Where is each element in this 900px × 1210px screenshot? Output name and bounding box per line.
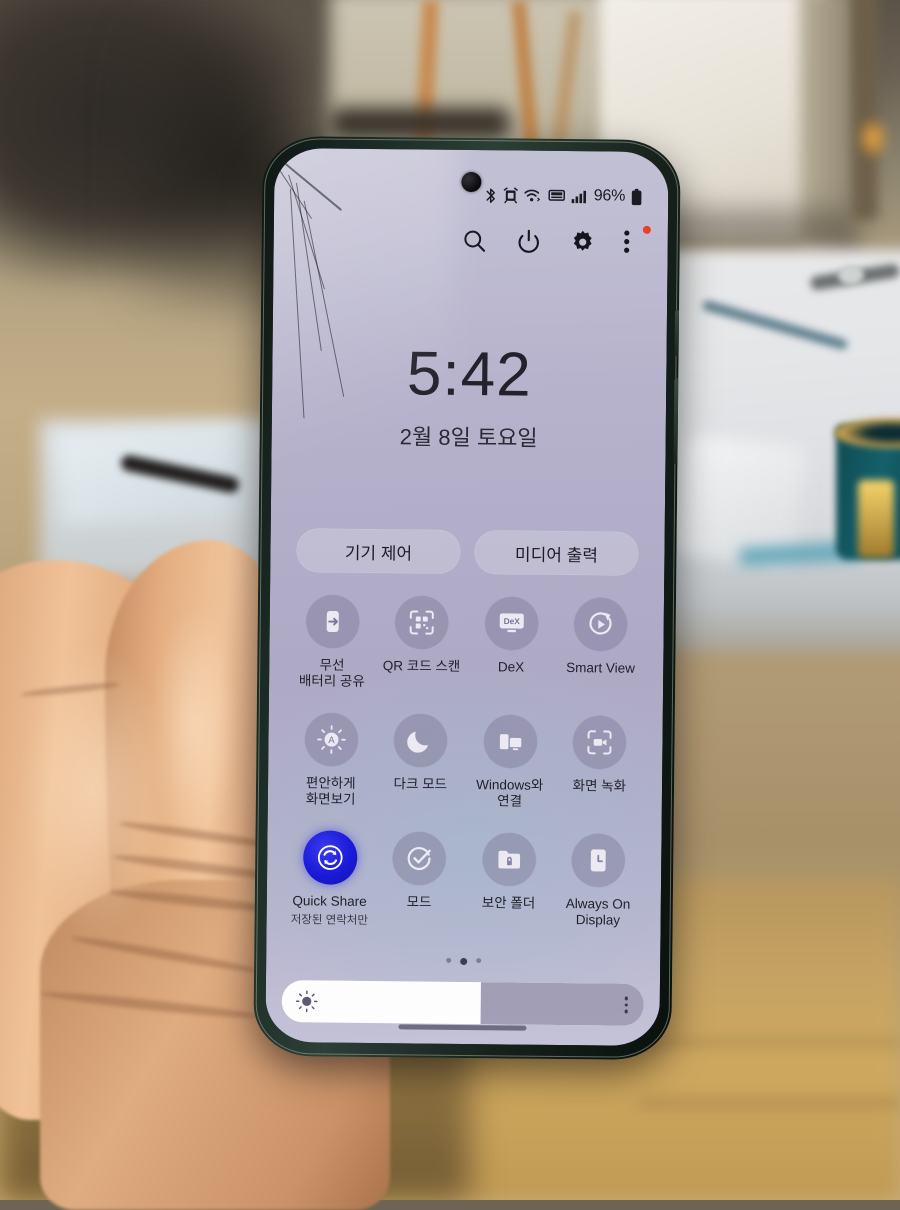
alarm-icon: [503, 187, 518, 203]
tile-qr-scanner[interactable]: QR 코드 스캔: [377, 591, 468, 692]
tile-sublabel: 저장된 연락처만: [291, 912, 368, 929]
tile-label: 보안 폴더: [482, 895, 536, 912]
link-to-windows-icon: [483, 714, 538, 769]
wifi-calling-icon: [524, 188, 542, 204]
modes-icon: [392, 831, 447, 886]
tile-label: Smart View: [566, 660, 635, 677]
moon-icon: [393, 713, 448, 768]
volte-icon: [548, 188, 565, 203]
tile-label: 모드: [407, 894, 432, 911]
brightness-sun-icon: [296, 990, 318, 1012]
brightness-row: [282, 980, 644, 1026]
tile-wireless-power-share[interactable]: 무선배터리 공유: [287, 590, 378, 691]
quick-settings-tiles: 무선배터리 공유 QR 코드 스캔: [285, 590, 647, 931]
notification-badge: [643, 226, 651, 234]
tile-label: Quick Share: [292, 893, 366, 910]
tile-label: Always OnDisplay: [566, 896, 631, 930]
bluetooth-icon: [484, 187, 497, 204]
tile-screen-recorder[interactable]: 화면 녹화: [554, 711, 645, 812]
tile-label: 편안하게화면보기: [306, 775, 356, 808]
screen-crack: [278, 168, 312, 219]
brightness-slider[interactable]: [282, 980, 644, 1026]
device-control-pill[interactable]: 기기 제어: [296, 528, 460, 574]
brightness-options-icon[interactable]: [624, 996, 628, 1013]
tile-label: Windows와연결: [476, 777, 544, 811]
tile-row: Quick Share 저장된 연락처만 모드: [285, 826, 644, 931]
tile-label: 다크 모드: [393, 776, 447, 793]
media-output-pill[interactable]: 미디어 출력: [474, 530, 638, 576]
settings-gear-icon[interactable]: [570, 229, 594, 253]
clock-date: 2월 8일 토요일: [272, 418, 666, 454]
skin-highlight: [150, 600, 240, 850]
tile-dex[interactable]: DeX DeX: [466, 592, 557, 693]
svg-text:A: A: [328, 735, 335, 746]
battery-share-icon: [305, 594, 360, 649]
quick-settings-pills: 기기 제어 미디어 출력: [296, 528, 638, 576]
smart-view-icon: [574, 597, 629, 652]
page-dot[interactable]: [476, 958, 481, 963]
overflow-menu-icon[interactable]: [624, 230, 648, 254]
home-gesture-bar[interactable]: [398, 1024, 526, 1030]
quick-share-icon: [303, 830, 358, 885]
page-dot-active[interactable]: [460, 958, 467, 965]
page-indicator: [266, 956, 660, 967]
tile-label: QR 코드 스캔: [383, 658, 461, 675]
tile-dark-mode[interactable]: 다크 모드: [375, 709, 466, 810]
tile-row: 무선배터리 공유 QR 코드 스캔: [287, 590, 646, 694]
lock-clock: 5:42 2월 8일 토요일: [272, 342, 667, 454]
secure-folder-icon: [482, 832, 537, 887]
tile-quick-share[interactable]: Quick Share 저장된 연락처만: [285, 826, 376, 928]
phone-screen[interactable]: 96%: [265, 148, 668, 1046]
tile-link-to-windows[interactable]: Windows와연결: [465, 710, 556, 811]
tile-row: A 편안하게화면보기: [286, 708, 645, 812]
tile-secure-folder[interactable]: 보안 폴더: [464, 828, 555, 930]
eye-comfort-icon: A: [304, 712, 359, 767]
signal-icon: [571, 189, 588, 204]
page-dot[interactable]: [446, 958, 451, 963]
brightness-track: [481, 982, 644, 1026]
qr-scan-icon: [395, 595, 450, 650]
quick-settings-header: [462, 228, 648, 254]
tile-label: 무선배터리 공유: [299, 657, 365, 691]
tile-label: DeX: [498, 659, 524, 676]
battery-full-icon: [631, 188, 642, 205]
dex-icon: DeX: [484, 596, 539, 651]
svg-text:DeX: DeX: [503, 616, 520, 626]
tile-smart-view[interactable]: Smart View: [556, 593, 647, 694]
screen-record-icon: [572, 715, 627, 770]
tile-label: 화면 녹화: [572, 778, 626, 795]
front-camera-punch-hole: [461, 172, 481, 192]
aod-icon: [571, 833, 626, 888]
tile-eye-comfort-shield[interactable]: A 편안하게화면보기: [286, 708, 377, 809]
phone-device: 96%: [253, 136, 681, 1060]
battery-percentage: 96%: [594, 187, 626, 205]
search-icon[interactable]: [462, 228, 486, 252]
status-bar: 96%: [484, 186, 643, 206]
clock-time: 5:42: [272, 342, 667, 408]
tile-modes[interactable]: 모드: [374, 827, 465, 929]
tile-always-on-display[interactable]: Always OnDisplay: [553, 829, 644, 931]
power-icon[interactable]: [516, 228, 540, 252]
